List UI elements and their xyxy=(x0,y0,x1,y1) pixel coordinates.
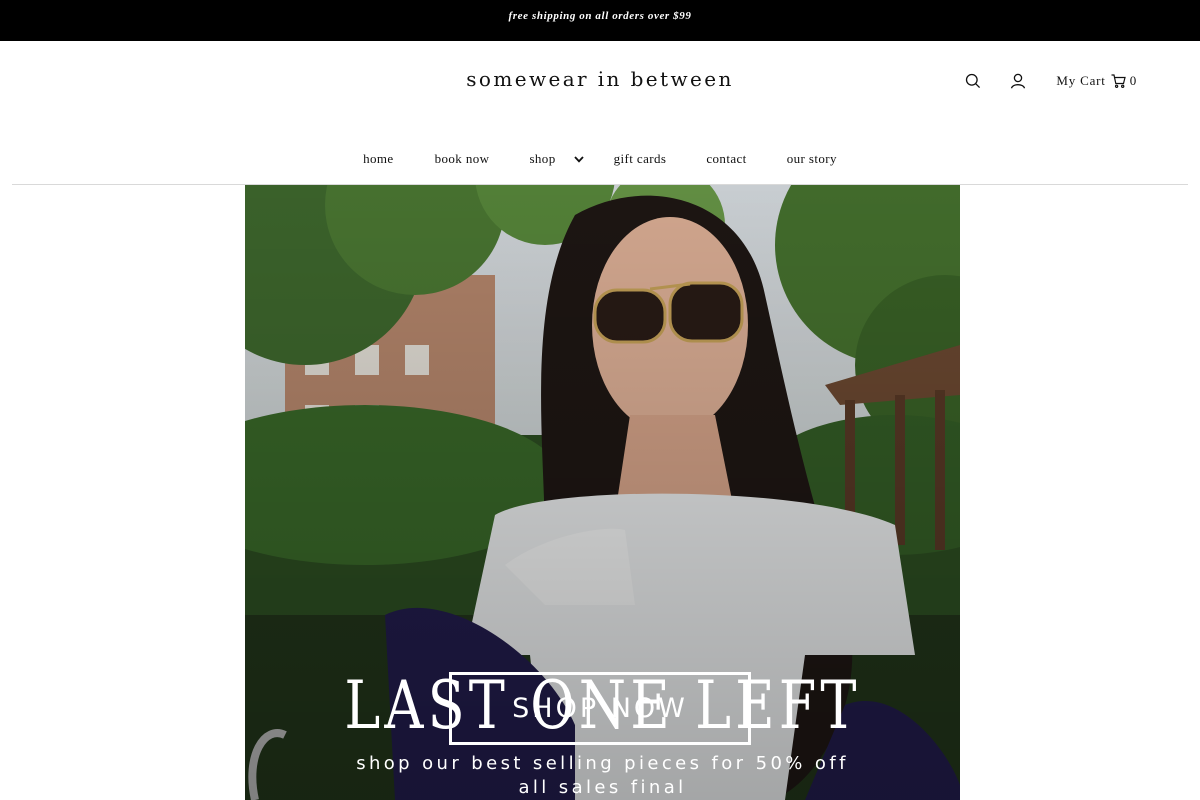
cart-label: My Cart xyxy=(1056,73,1106,88)
hero-subtitle-note: all sales final xyxy=(518,777,687,798)
nav-item-label: gift cards xyxy=(613,151,667,166)
announcement-bar: free shipping on all orders over $99 xyxy=(0,0,1200,41)
nav-item-contact[interactable]: contact xyxy=(706,151,746,167)
nav-item-label: contact xyxy=(706,151,747,166)
shop-now-button[interactable]: SHOP NOW xyxy=(449,672,751,745)
nav-item-label: book now xyxy=(434,151,490,166)
announcement-text: free shipping on all orders over $99 xyxy=(508,9,692,22)
nav-item-label: shop xyxy=(529,151,556,166)
nav-item-our-story[interactable]: our story xyxy=(787,151,837,167)
site-header: somewear in between My Cart 0 home book … xyxy=(0,41,1200,185)
hero-banner[interactable]: LAST ONE LEFT shop our best selling piec… xyxy=(245,185,960,800)
cart-button[interactable]: My Cart 0 xyxy=(1056,73,1137,89)
nav-item-shop[interactable]: shop xyxy=(529,151,584,167)
cart-count: 0 xyxy=(1129,73,1137,88)
main-nav: home book now shop gift cards contact ou… xyxy=(0,151,1200,167)
nav-item-label: our story xyxy=(786,151,837,166)
header-actions: My Cart 0 xyxy=(963,71,1137,91)
nav-item-book-now[interactable]: book now xyxy=(435,151,490,167)
nav-item-label: home xyxy=(363,151,394,166)
user-icon[interactable] xyxy=(1008,71,1028,91)
cart-icon xyxy=(1111,74,1126,88)
search-icon[interactable] xyxy=(963,71,983,91)
chevron-down-icon[interactable] xyxy=(573,155,584,163)
hero-subtitle: shop our best selling pieces for 50% off xyxy=(356,753,849,774)
nav-item-home[interactable]: home xyxy=(363,151,393,167)
nav-item-gift-cards[interactable]: gift cards xyxy=(614,151,667,167)
